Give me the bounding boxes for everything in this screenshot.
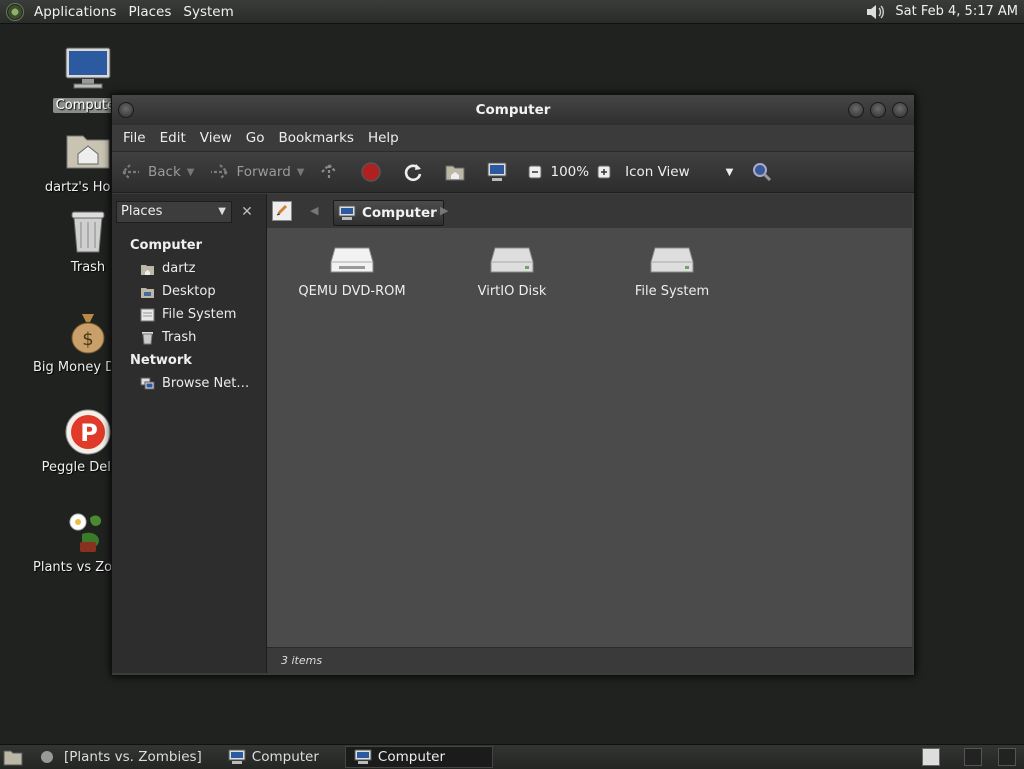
zoom-out-icon[interactable] — [528, 165, 542, 179]
menu-help[interactable]: Help — [361, 130, 406, 146]
computer-icon — [354, 749, 372, 764]
file-view[interactable]: QEMU DVD-ROM VirtIO Disk File System — [267, 228, 912, 647]
plants-icon — [64, 508, 112, 556]
sidebar-item-desktop[interactable]: Desktop — [112, 280, 266, 303]
workspace-2[interactable] — [964, 748, 982, 766]
window-titlebar[interactable]: Computer — [112, 95, 914, 125]
computer-icon — [487, 162, 507, 181]
menu-go[interactable]: Go — [239, 130, 272, 146]
zoom-level: 100% — [550, 164, 590, 180]
file-manager-window: Computer File Edit View Go Bookmarks Hel… — [111, 94, 915, 676]
sidebar-heading-network: Network — [130, 353, 192, 368]
money-bag-icon: $ — [64, 308, 112, 356]
applications-menu[interactable]: Applications — [28, 4, 122, 20]
sidebar-item-file-system[interactable]: File System — [112, 303, 266, 326]
taskbar-item-plants-vs-zombies[interactable]: [Plants vs. Zombies] — [56, 746, 210, 768]
crumb-scroll-right-icon[interactable]: ▶ — [440, 204, 448, 217]
reload-button[interactable] — [402, 161, 430, 183]
up-button[interactable] — [318, 161, 346, 183]
home-icon — [141, 264, 154, 275]
crumb-scroll-left-icon[interactable]: ◀ — [310, 204, 318, 217]
computer-icon — [64, 46, 112, 94]
computer-button[interactable] — [486, 161, 514, 183]
home-button[interactable] — [444, 161, 472, 183]
file-item-file-system[interactable]: File System — [607, 244, 737, 299]
menu-edit[interactable]: Edit — [153, 130, 193, 146]
forward-button[interactable]: Forward ▼ — [208, 161, 304, 183]
sidebar: Places ▼ ✕ Computer dartz Desktop File S… — [112, 194, 267, 673]
sidebar-close-icon[interactable]: ✕ — [236, 201, 258, 223]
desktop-icon — [141, 287, 154, 298]
menu-bookmarks[interactable]: Bookmarks — [272, 130, 361, 146]
home-folder-icon — [64, 128, 112, 176]
maximize-button[interactable] — [870, 102, 886, 118]
show-desktop-icon[interactable] — [2, 747, 24, 767]
sidebar-item-trash[interactable]: Trash — [112, 326, 266, 349]
breadcrumb[interactable]: Computer — [333, 200, 444, 226]
zoom-in-icon[interactable] — [597, 165, 611, 179]
close-button[interactable] — [892, 102, 908, 118]
workspace-1[interactable] — [922, 748, 940, 766]
reload-icon — [405, 164, 422, 182]
menu-view[interactable]: View — [193, 130, 239, 146]
back-button[interactable]: Back ▼ — [120, 161, 194, 183]
back-history-dropdown-icon[interactable]: ▼ — [187, 167, 195, 178]
taskbar-item-computer[interactable]: Computer — [220, 746, 327, 768]
sidebar-item-dartz[interactable]: dartz — [112, 257, 266, 280]
location-edit-toggle-icon[interactable] — [272, 201, 292, 221]
hard-disk-icon — [489, 244, 535, 278]
toolbar: Back ▼ Forward ▼ 100% Icon View ▼ — [112, 151, 914, 193]
peggle-icon: P — [64, 408, 112, 456]
places-menu[interactable]: Places — [122, 4, 177, 20]
up-arrow-icon — [321, 163, 338, 180]
distro-logo-icon[interactable] — [6, 2, 24, 21]
search-icon — [753, 163, 772, 182]
network-icon — [140, 377, 155, 389]
workspace-3[interactable] — [998, 748, 1016, 766]
chevron-down-icon: ▼ — [218, 206, 226, 217]
status-bar: 3 items — [267, 647, 912, 673]
clock[interactable]: Sat Feb 4, 5:17 AM — [895, 4, 1018, 19]
sidebar-type-select[interactable]: Places ▼ — [116, 201, 232, 223]
window-menu-button[interactable] — [118, 102, 134, 118]
optical-drive-icon — [329, 244, 375, 278]
home-folder-icon — [445, 165, 465, 181]
computer-icon — [228, 749, 246, 764]
bottom-panel: [Plants vs. Zombies] Computer Computer — [0, 744, 1024, 769]
system-menu[interactable]: System — [177, 4, 239, 20]
back-arrow-icon — [121, 164, 139, 180]
menu-bar: File Edit View Go Bookmarks Help — [112, 125, 914, 151]
svg-text:P: P — [80, 419, 98, 447]
item-count: 3 items — [281, 654, 323, 667]
forward-arrow-icon — [211, 164, 230, 180]
app-icon — [41, 751, 53, 763]
hard-disk-icon — [649, 244, 695, 278]
window-title: Computer — [475, 102, 551, 118]
filesystem-icon — [140, 308, 155, 321]
minimize-button[interactable] — [848, 102, 864, 118]
volume-icon[interactable] — [865, 2, 887, 22]
view-mode-dropdown-icon: ▼ — [725, 166, 734, 178]
workspace-switcher[interactable] — [922, 748, 1016, 766]
sidebar-heading-computer: Computer — [130, 238, 203, 253]
zoom-control: 100% — [528, 164, 611, 180]
top-panel: Applications Places System Sat Feb 4, 5:… — [0, 0, 1024, 24]
stop-icon — [361, 162, 382, 182]
forward-history-dropdown-icon[interactable]: ▼ — [297, 167, 305, 178]
sidebar-item-browse-network[interactable]: Browse Net… — [112, 372, 266, 395]
view-mode-select[interactable]: Icon View ▼ — [625, 164, 733, 180]
file-item-virtio-disk[interactable]: VirtIO Disk — [447, 244, 577, 299]
taskbar-item-computer-active[interactable]: Computer — [344, 746, 493, 768]
trash-icon — [142, 331, 153, 344]
file-item-qemu-dvd-rom[interactable]: QEMU DVD-ROM — [287, 244, 417, 299]
svg-text:$: $ — [82, 329, 93, 350]
search-button[interactable] — [751, 161, 779, 183]
computer-icon — [338, 205, 356, 220]
trash-icon — [64, 208, 112, 256]
stop-button[interactable] — [360, 161, 388, 183]
menu-file[interactable]: File — [116, 130, 153, 146]
